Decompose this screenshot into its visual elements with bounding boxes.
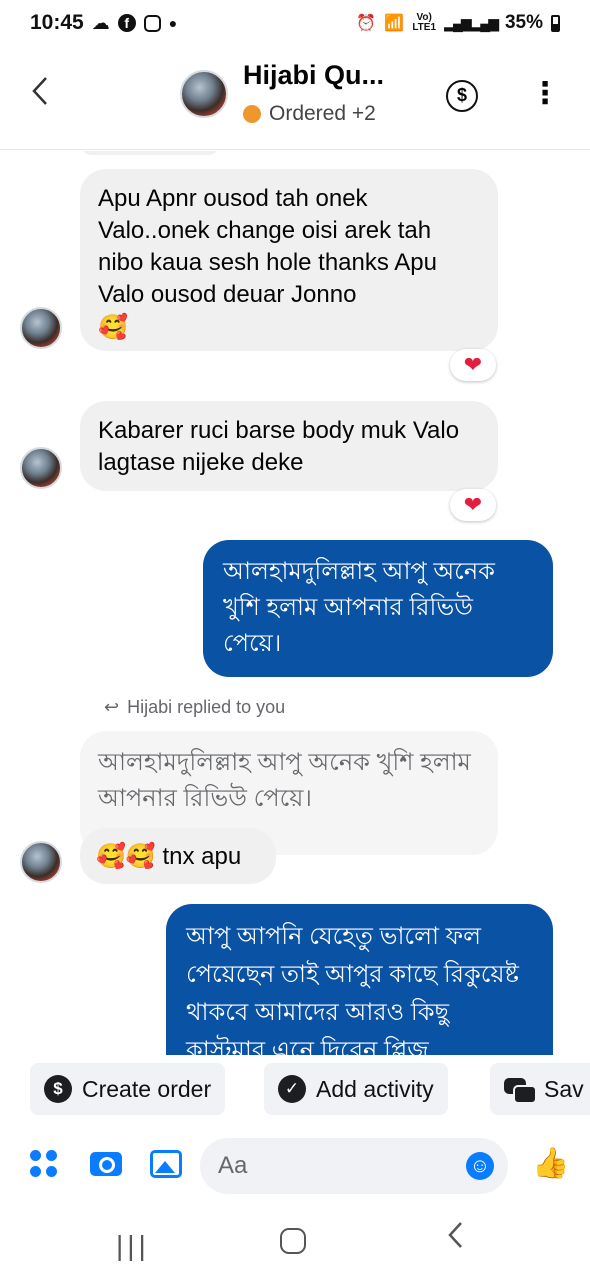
status-label: Ordered +2	[269, 102, 376, 125]
more-options-button[interactable]: ⋮	[530, 74, 560, 114]
signal-icon: ▂▄▆ ▂▄▆	[444, 14, 499, 31]
dollar-icon: $	[44, 1075, 72, 1103]
gallery-icon[interactable]	[150, 1150, 182, 1178]
notification-dot-icon: ●	[168, 15, 178, 31]
quick-actions: $ Create order ✓ Add activity Sav	[0, 1060, 590, 1120]
home-button[interactable]	[280, 1228, 306, 1254]
reaction-badge[interactable]: ❤	[450, 489, 496, 521]
outgoing-message[interactable]: আলহামদুলিল্লাহ আপু অনেক খুশি হলাম আপনার …	[203, 540, 553, 677]
previous-message-stub	[80, 151, 220, 155]
chat-header: Hijabi Qu... Ordered +2 $ ⋮	[0, 46, 590, 150]
incoming-message[interactable]: Kabarer ruci barse body muk Valo lagtase…	[80, 401, 498, 491]
emoji-icon[interactable]: ☺	[466, 1152, 494, 1180]
battery-icon	[551, 14, 560, 32]
payment-button[interactable]: $	[446, 80, 478, 112]
save-label: Sav	[544, 1075, 584, 1102]
dollar-icon: $	[456, 85, 467, 105]
chevron-left-icon	[32, 77, 47, 105]
recent-apps-button[interactable]: |||	[116, 1230, 150, 1262]
lte-label: Vo) LTE1	[412, 12, 437, 33]
status-left: 10:45 ☁ f ●	[30, 11, 177, 35]
incoming-message[interactable]: Apu Apnr ousod tah onek Valo..onek chang…	[80, 169, 498, 351]
reaction-badge[interactable]: ❤	[450, 349, 496, 381]
contact-avatar[interactable]	[180, 70, 228, 118]
contact-status[interactable]: Ordered +2	[243, 102, 376, 126]
camera-icon[interactable]	[90, 1152, 122, 1176]
heart-icon: ❤	[463, 352, 483, 377]
facebook-icon: f	[117, 14, 136, 32]
message-text: tnx apu	[162, 843, 242, 870]
status-right: ⏰ 📶 Vo) LTE1 ▂▄▆ ▂▄▆ 35%	[356, 12, 560, 34]
sender-avatar[interactable]	[20, 307, 62, 349]
message-text: আলহামদুলিল্লাহ আপু অনেক খুশি হলাম আপনার …	[223, 558, 495, 657]
status-dot-icon	[243, 105, 261, 123]
heart-icon: ❤	[463, 492, 483, 517]
system-nav-bar: |||	[0, 1202, 590, 1280]
checkmark-icon: ✓	[278, 1075, 306, 1103]
chevron-left-icon	[448, 1222, 462, 1248]
reply-arrow-icon: ↩	[104, 697, 120, 717]
clock: 10:45	[30, 11, 84, 34]
message-text: Apu Apnr ousod tah onek Valo..onek chang…	[98, 185, 437, 308]
apps-menu-icon[interactable]	[30, 1150, 58, 1178]
smiling-hearts-emoji: 🥰	[98, 313, 128, 341]
create-order-label: Create order	[82, 1075, 212, 1102]
message-placeholder: Aa	[218, 1152, 248, 1179]
quoted-text: আলহামদুলিল্লাহ আপু অনেক খুশি হলাম আপনার …	[98, 749, 471, 812]
add-activity-label: Add activity	[316, 1075, 434, 1102]
battery-percent: 35%	[504, 12, 543, 33]
thumbs-up-icon[interactable]: 👍	[532, 1146, 569, 1182]
sender-avatar[interactable]	[20, 841, 62, 883]
outgoing-message[interactable]: আপু আপনি যেহেতু ভালো ফল পেয়েছেন তাই আপু…	[166, 904, 553, 1055]
wifi-icon: 📶	[384, 15, 405, 32]
message-text: Kabarer ruci barse body muk Valo lagtase…	[98, 417, 460, 476]
message-list[interactable]: Apu Apnr ousod tah onek Valo..onek chang…	[0, 151, 590, 1055]
contact-name[interactable]: Hijabi Qu...	[243, 60, 384, 91]
save-button[interactable]: Sav	[490, 1063, 590, 1115]
sender-avatar[interactable]	[20, 447, 62, 489]
incoming-message[interactable]: 🥰🥰 tnx apu	[80, 828, 276, 884]
message-input[interactable]: Aa ☺	[200, 1138, 508, 1194]
saved-replies-icon	[504, 1076, 537, 1104]
message-composer: Aa ☺ 👍	[0, 1130, 590, 1202]
status-bar: 10:45 ☁ f ● ⏰ 📶 Vo) LTE1 ▂▄▆ ▂▄▆ 35%	[0, 0, 590, 46]
alarm-icon: ⏰	[356, 15, 377, 32]
create-order-button[interactable]: $ Create order	[30, 1063, 226, 1115]
reply-label: Hijabi replied to you	[127, 697, 286, 717]
smiling-hearts-emoji: 🥰🥰	[96, 842, 156, 870]
cloud-icon: ☁	[91, 12, 110, 33]
reply-indicator: ↩ Hijabi replied to you	[104, 697, 285, 718]
vertical-dots-icon: ⋮	[530, 77, 560, 110]
message-text: আপু আপনি যেহেতু ভালো ফল পেয়েছেন তাই আপু…	[186, 923, 519, 1055]
back-button[interactable]	[30, 74, 60, 114]
system-back-button[interactable]	[446, 1218, 466, 1261]
add-activity-button[interactable]: ✓ Add activity	[264, 1063, 448, 1115]
instagram-icon	[143, 14, 161, 32]
